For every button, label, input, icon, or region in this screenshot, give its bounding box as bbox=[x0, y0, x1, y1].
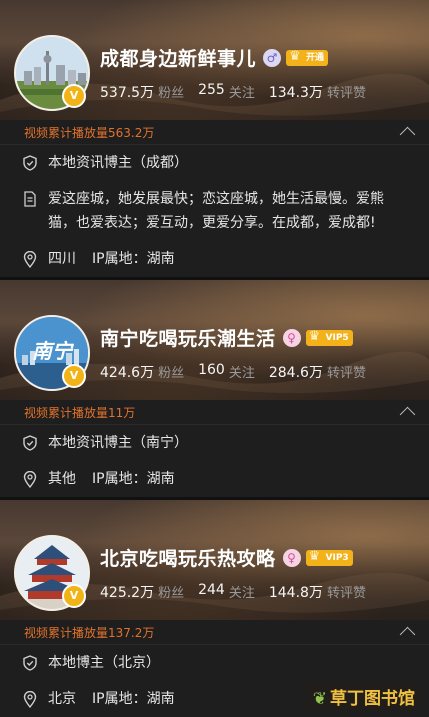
blogger-type-text: 本地博主（北京） bbox=[48, 655, 160, 671]
fans-label: 粉丝 bbox=[158, 86, 185, 101]
female-icon: ♀ bbox=[282, 328, 301, 347]
fans-label: 粉丝 bbox=[158, 366, 185, 381]
chevron-up-icon[interactable] bbox=[399, 626, 416, 643]
play-count-text: 视频累计播放量563.2万 bbox=[24, 125, 155, 140]
reposts-label: 转评赞 bbox=[326, 86, 366, 101]
shield-check-icon bbox=[22, 151, 38, 175]
name-row: 成都身边新鲜事儿 ♂ 开通 bbox=[100, 44, 329, 71]
follows-count[interactable]: 255 bbox=[198, 82, 225, 102]
shield-check-icon bbox=[22, 651, 38, 675]
vip-badge[interactable]: VIP5 bbox=[305, 329, 353, 346]
name-row: 北京吃喝玩乐热攻略 ♀ VIP3 bbox=[100, 544, 353, 571]
stats-row: 425.2万 粉丝 244 关注 144.8万 转评赞 bbox=[100, 582, 380, 602]
leaf-icon: ❦ bbox=[312, 689, 327, 709]
chevron-up-icon[interactable] bbox=[399, 126, 416, 143]
blogger-type-row: 本地博主（北京） bbox=[0, 645, 429, 681]
blogger-type-row: 本地资讯博主（成都） bbox=[0, 145, 429, 181]
vip-badge[interactable]: 开通 bbox=[286, 49, 329, 66]
profile-card-beijing[interactable]: V 北京吃喝玩乐热攻略 ♀ VIP3 425.2万 粉丝 244 关注 144.… bbox=[0, 497, 429, 717]
play-count-row[interactable]: 视频累计播放量137.2万 bbox=[0, 620, 429, 645]
bio-text: 爱这座城，她发展最快；恋这座城，她生活最慢。爱熊猫，也爱表达；爱互动，更爱分享。… bbox=[48, 191, 384, 231]
male-icon: ♂ bbox=[263, 48, 282, 67]
stats-row: 537.5万 粉丝 255 关注 134.3万 转评赞 bbox=[100, 82, 380, 102]
bio-row: 爱这座城，她发展最快；恋这座城，她生活最慢。爱熊猫，也爱表达；爱互动，更爱分享。… bbox=[0, 181, 429, 241]
ip-location-text: IP属地：湖南 bbox=[92, 251, 175, 267]
vip-badge[interactable]: VIP3 bbox=[305, 549, 353, 566]
play-count-row[interactable]: 视频累计播放量11万 bbox=[0, 400, 429, 425]
blogger-type-text: 本地资讯博主（成都） bbox=[48, 155, 188, 171]
region-text: 四川 bbox=[48, 251, 76, 267]
fans-count[interactable]: 425.2万 bbox=[100, 582, 154, 602]
fans-count[interactable]: 537.5万 bbox=[100, 82, 154, 102]
blogger-type-text: 本地资讯博主（南宁） bbox=[48, 435, 188, 451]
location-row: 四川 IP属地：湖南 bbox=[0, 241, 429, 277]
region-text: 北京 bbox=[48, 691, 76, 707]
profile-banner: 南宁 V 南宁吃喝玩乐潮生活 ♀ VIP5 424.6万 粉丝 160 关注 2… bbox=[0, 280, 429, 400]
reposts-label: 转评赞 bbox=[326, 586, 366, 601]
avatar-caption: 南宁 bbox=[32, 339, 72, 363]
follows-label: 关注 bbox=[228, 366, 255, 381]
follows-label: 关注 bbox=[228, 586, 255, 601]
stats-row: 424.6万 粉丝 160 关注 284.6万 转评赞 bbox=[100, 362, 380, 382]
chevron-up-icon[interactable] bbox=[399, 406, 416, 423]
verified-badge-icon: V bbox=[62, 84, 86, 108]
location-pin-icon bbox=[22, 467, 38, 491]
watermark: ❦ 草丁图书馆 bbox=[306, 682, 421, 711]
play-count-text: 视频累计播放量137.2万 bbox=[24, 625, 155, 640]
name-row: 南宁吃喝玩乐潮生活 ♀ VIP5 bbox=[100, 324, 353, 351]
fans-label: 粉丝 bbox=[158, 586, 185, 601]
location-pin-icon bbox=[22, 687, 38, 711]
reposts-count: 284.6万 bbox=[268, 365, 323, 381]
verified-badge-icon: V bbox=[62, 584, 86, 608]
profile-card-nanning[interactable]: 南宁 V 南宁吃喝玩乐潮生活 ♀ VIP5 424.6万 粉丝 160 关注 2… bbox=[0, 277, 429, 497]
play-count-text: 视频累计播放量11万 bbox=[24, 405, 136, 420]
location-pin-icon bbox=[22, 247, 38, 271]
account-name[interactable]: 成都身边新鲜事儿 bbox=[100, 44, 256, 71]
document-icon bbox=[22, 187, 38, 211]
account-name[interactable]: 北京吃喝玩乐热攻略 bbox=[100, 544, 276, 571]
account-name[interactable]: 南宁吃喝玩乐潮生活 bbox=[100, 324, 276, 351]
shield-check-icon bbox=[22, 431, 38, 455]
reposts-label: 转评赞 bbox=[326, 366, 366, 381]
profile-card-chengdu[interactable]: V 成都身边新鲜事儿 ♂ 开通 537.5万 粉丝 255 关注 134.3万 … bbox=[0, 0, 429, 277]
watermark-text: 草丁图书馆 bbox=[330, 689, 415, 709]
reposts-count: 134.3万 bbox=[268, 85, 323, 101]
female-icon: ♀ bbox=[282, 548, 301, 567]
fans-count[interactable]: 424.6万 bbox=[100, 362, 154, 382]
play-count-row[interactable]: 视频累计播放量563.2万 bbox=[0, 120, 429, 145]
verified-badge-icon: V bbox=[62, 364, 86, 388]
ip-location-text: IP属地：湖南 bbox=[92, 691, 175, 707]
ip-location-text: IP属地：湖南 bbox=[92, 471, 175, 487]
follows-count[interactable]: 244 bbox=[198, 582, 225, 602]
reposts-count: 144.8万 bbox=[268, 585, 323, 601]
profile-banner: V 成都身边新鲜事儿 ♂ 开通 537.5万 粉丝 255 关注 134.3万 … bbox=[0, 0, 429, 120]
profile-banner: V 北京吃喝玩乐热攻略 ♀ VIP3 425.2万 粉丝 244 关注 144.… bbox=[0, 500, 429, 620]
follows-label: 关注 bbox=[228, 86, 255, 101]
region-text: 其他 bbox=[48, 471, 76, 487]
follows-count[interactable]: 160 bbox=[198, 362, 225, 382]
blogger-type-row: 本地资讯博主（南宁） bbox=[0, 425, 429, 461]
location-row: 其他 IP属地：湖南 bbox=[0, 461, 429, 497]
